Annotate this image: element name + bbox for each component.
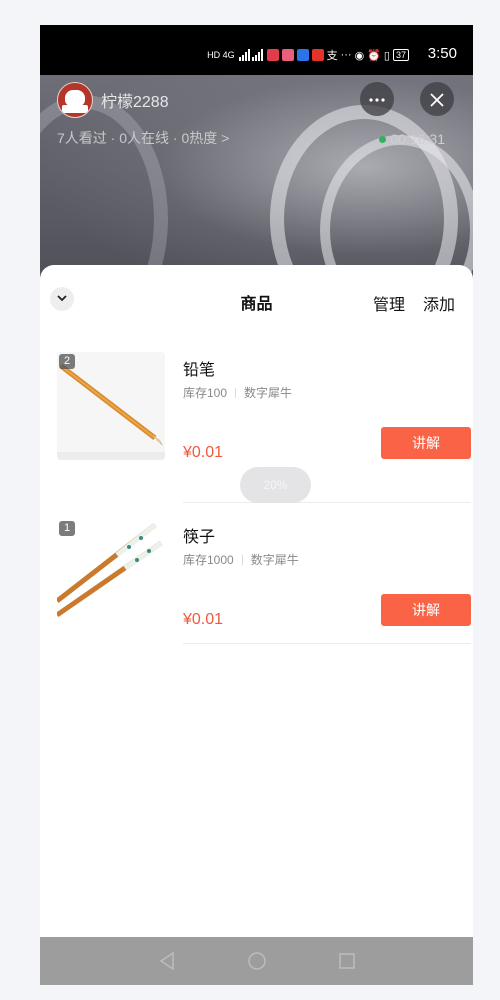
product-shop: 数字犀牛 [244,386,293,400]
app-notification-icon [281,49,294,61]
product-rank-badge: 1 [59,521,75,536]
product-price: ¥0.01 [183,611,224,628]
nav-recents-button[interactable] [333,947,361,975]
live-indicator-dot [378,135,386,143]
product-item[interactable]: 2 铅笔 库存100 数字犀牛 ¥0.01 讲解 [57,352,471,462]
collapse-button[interactable] [50,287,74,311]
chopsticks-image: 1 [57,519,165,627]
timer-text: 00:16:31 [390,131,446,147]
vibrate-icon: ▯ [383,49,390,62]
explain-button[interactable]: 讲解 [381,594,471,626]
sheet-title: 商品 [240,296,273,313]
meta-divider [235,387,237,398]
product-sheet: 商品 管理 添加 2 铅笔 库存100 数字犀牛 ¥0.01 讲解 1 筷子 库… [40,265,473,963]
eye-icon: ◉ [354,49,365,62]
nav-back-button[interactable] [153,947,181,975]
product-meta: 库存100 数字犀牛 [183,384,292,401]
product-price: ¥0.01 [183,444,224,461]
add-button[interactable]: 添加 [423,291,455,315]
chevron-down-icon [57,295,67,302]
loading-toast: 20% [240,467,311,503]
close-button[interactable] [420,82,454,116]
signal-bars-icon [238,49,263,61]
back-triangle-icon [159,951,174,971]
status-time: 3:50 [427,45,457,62]
divider [183,502,471,503]
pencil-image: 2 [57,352,165,460]
product-name: 铅笔 [183,362,216,379]
live-stats[interactable]: 7人看过 · 0人在线 · 0热度 > [57,128,229,148]
battery-icon: 37 [392,49,409,61]
app-notification-icon [296,49,309,61]
product-stock: 库存1000 [183,553,234,567]
product-meta: 库存1000 数字犀牛 [183,551,299,568]
status-bar: HD 4G 支 ··· ◉ ⏰ ▯ 37 3:50 [40,25,473,75]
more-notifications-icon: ··· [340,49,352,61]
status-icons: HD 4G 支 ··· ◉ ⏰ ▯ 37 [207,47,409,63]
product-stock: 库存100 [183,386,228,400]
system-nav-bar [40,937,473,985]
product-shop: 数字犀牛 [250,553,299,567]
anchor-name: 柠檬2288 [101,94,169,111]
close-icon [430,93,444,107]
anchor-avatar[interactable] [57,82,93,118]
app-notification-icon [311,49,324,61]
meta-divider [241,554,243,565]
home-circle-icon [247,952,266,970]
app-notification-icon [266,49,279,61]
more-button[interactable] [360,82,394,116]
network-signal-icon: HD 4G [207,50,235,60]
product-name: 筷子 [183,529,216,546]
phone-screen: HD 4G 支 ··· ◉ ⏰ ▯ 37 3:50 柠檬2288 7人看过 · … [40,25,473,985]
product-rank-badge: 2 [59,354,75,369]
alarm-icon: ⏰ [367,49,381,62]
nav-home-button[interactable] [243,947,271,975]
alipay-icon: 支 [326,50,338,62]
product-item[interactable]: 1 筷子 库存1000 数字犀牛 ¥0.01 讲解 [57,519,471,629]
divider [183,643,471,644]
more-dots-icon [369,98,385,102]
recents-square-icon [338,953,355,969]
live-timer: 00:16:31 [378,131,446,147]
manage-button[interactable]: 管理 [373,291,405,315]
explain-button[interactable]: 讲解 [381,427,471,459]
